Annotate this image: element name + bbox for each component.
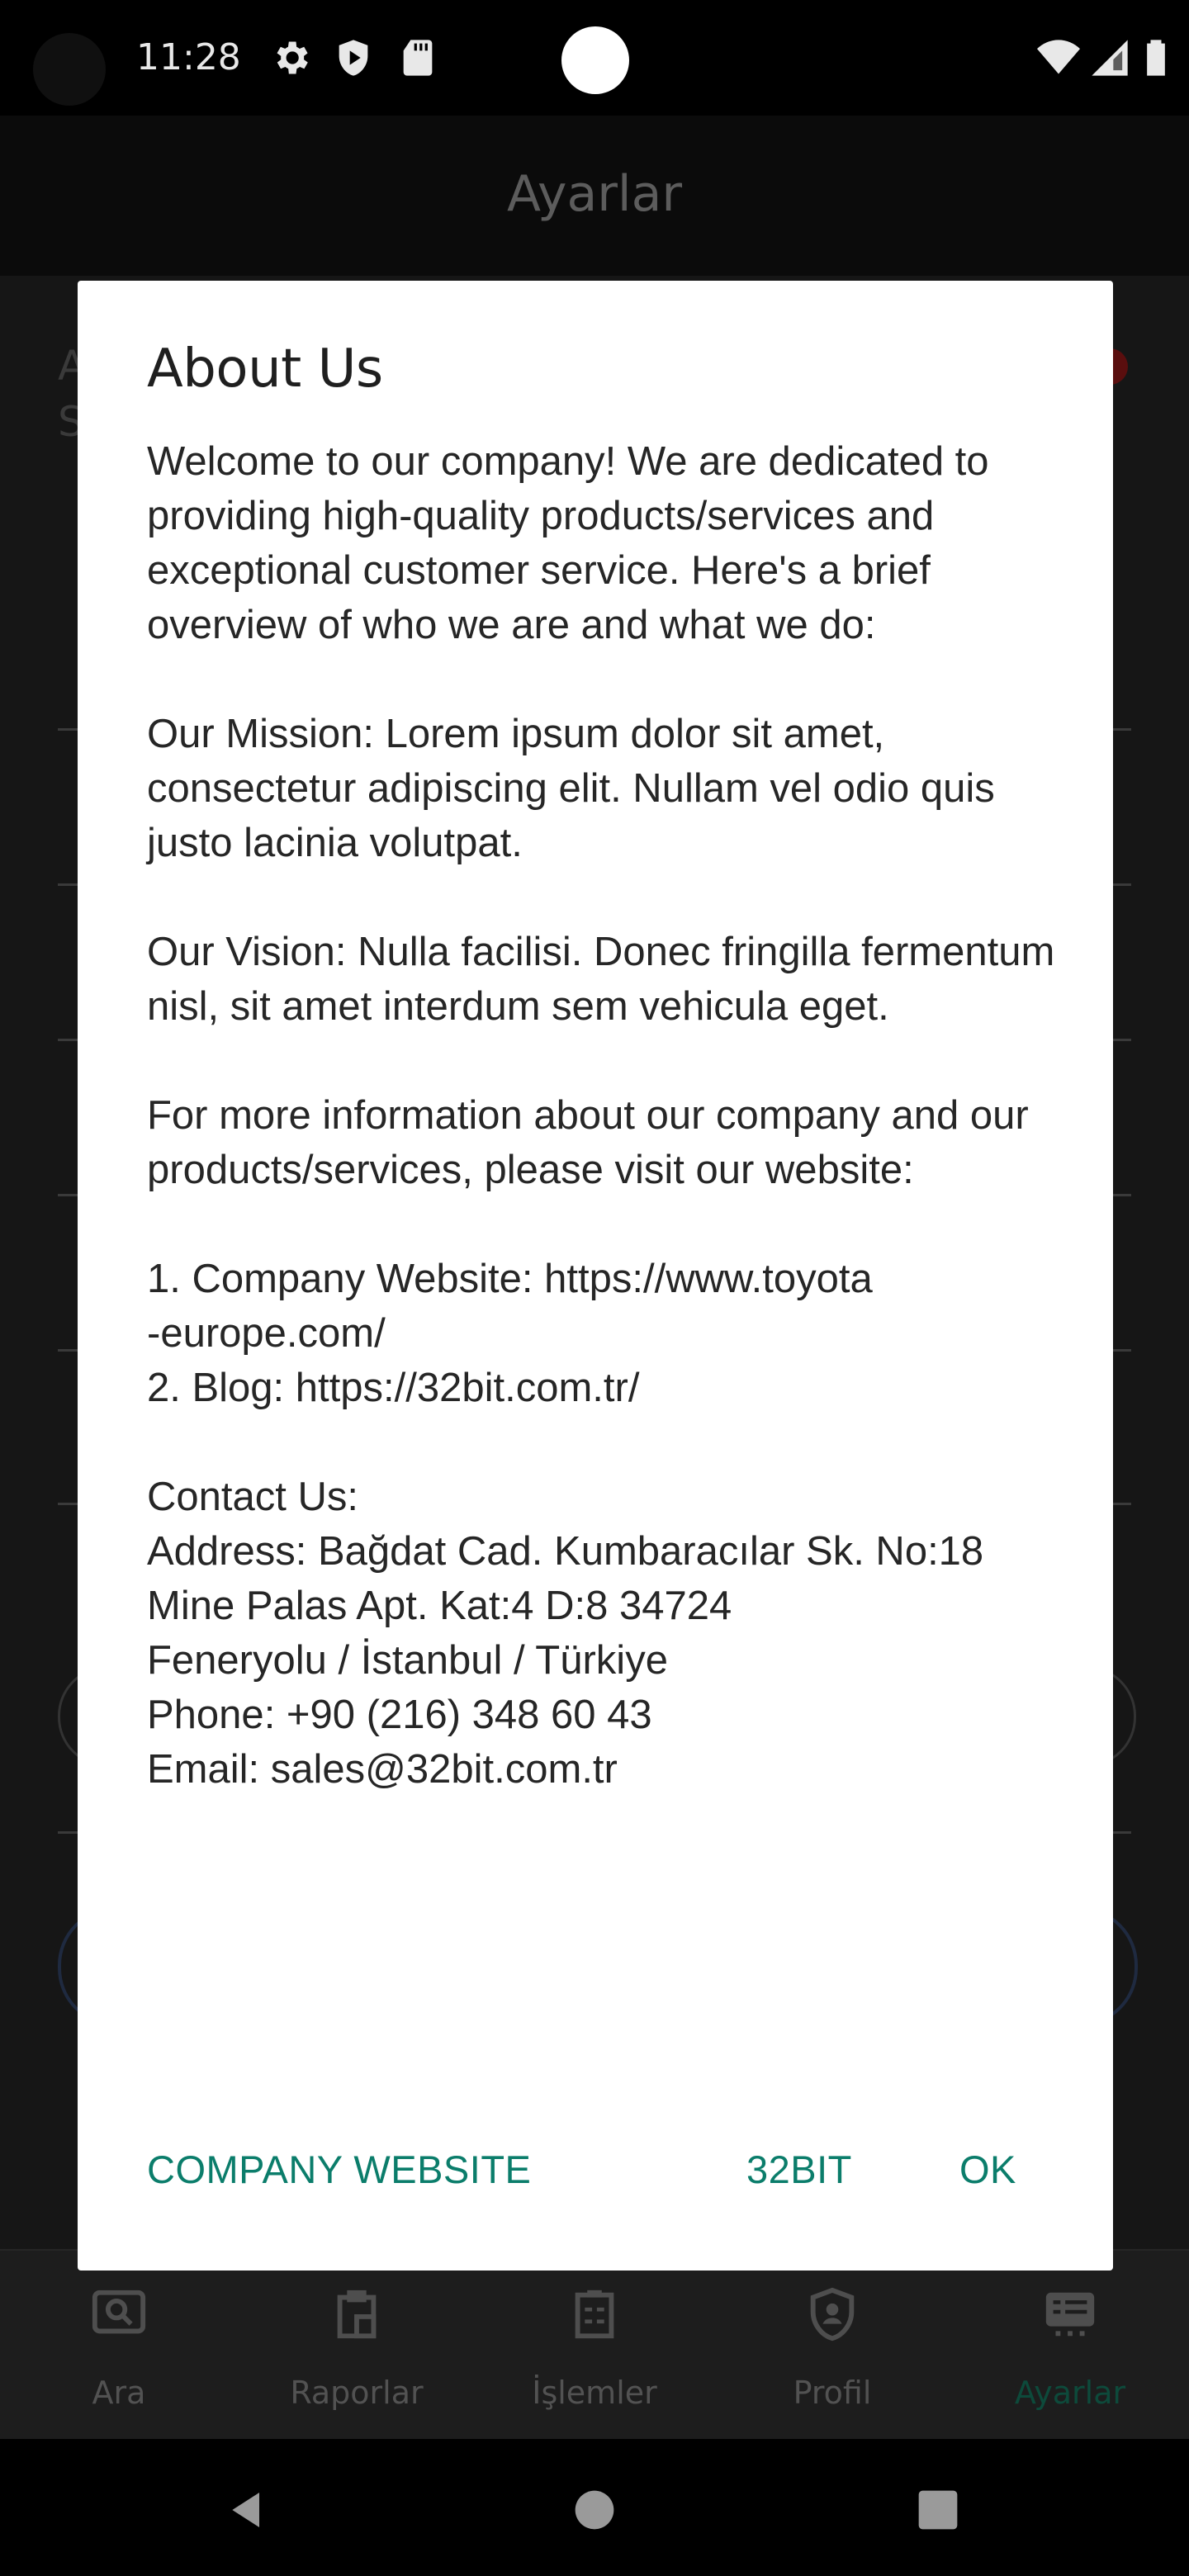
nav-label: Profil [793,2375,872,2411]
signal-icon [1092,40,1128,76]
transactions-icon [575,2290,614,2339]
ok-button[interactable]: OK [959,2147,1016,2192]
nav-item-search[interactable]: Ara [0,2251,238,2441]
dialog-title: About Us [147,339,383,400]
profile-shield-icon [810,2287,855,2342]
blog-32bit-button[interactable]: 32BIT [746,2147,852,2192]
nav-label: Raporlar [290,2375,424,2411]
shield-play-icon [339,40,368,76]
front-camera-dot [561,26,629,94]
sd-card-icon [403,40,433,76]
company-website-button[interactable]: COMPANY WEBSITE [147,2147,531,2192]
nav-item-profile[interactable]: Profil [713,2251,951,2441]
nav-label: Ara [92,2375,146,2411]
system-navigation-bar [0,2439,1189,2576]
wifi-icon [1037,40,1080,74]
page-title: Ayarlar [506,165,683,223]
status-bar: 11:28 [0,0,1189,116]
nav-item-reports[interactable]: Raporlar [238,2251,476,2441]
nav-label: Ayarlar [1014,2375,1126,2411]
nav-label: İşlemler [532,2375,657,2411]
home-icon[interactable] [571,2487,618,2533]
battery-icon [1147,40,1165,76]
status-time: 11:28 [136,36,241,78]
camera-cutout [33,33,106,106]
nav-item-transactions[interactable]: İşlemler [476,2251,713,2441]
search-icon [92,2290,146,2334]
settings-list-icon [1045,2292,1095,2337]
about-dialog: About Us Welcome to our company! We are … [78,281,1113,2271]
gear-icon [277,41,308,74]
back-icon[interactable] [225,2487,271,2533]
dialog-message: Welcome to our company! We are dedicated… [147,439,1055,1792]
app-bar: Ayarlar [0,116,1189,276]
bottom-navigation: Ara Raporlar İşlemler Profil Ayarlar [0,2249,1189,2441]
reports-icon [337,2290,377,2339]
nav-item-settings[interactable]: Ayarlar [951,2251,1189,2441]
recents-icon[interactable] [915,2487,961,2533]
